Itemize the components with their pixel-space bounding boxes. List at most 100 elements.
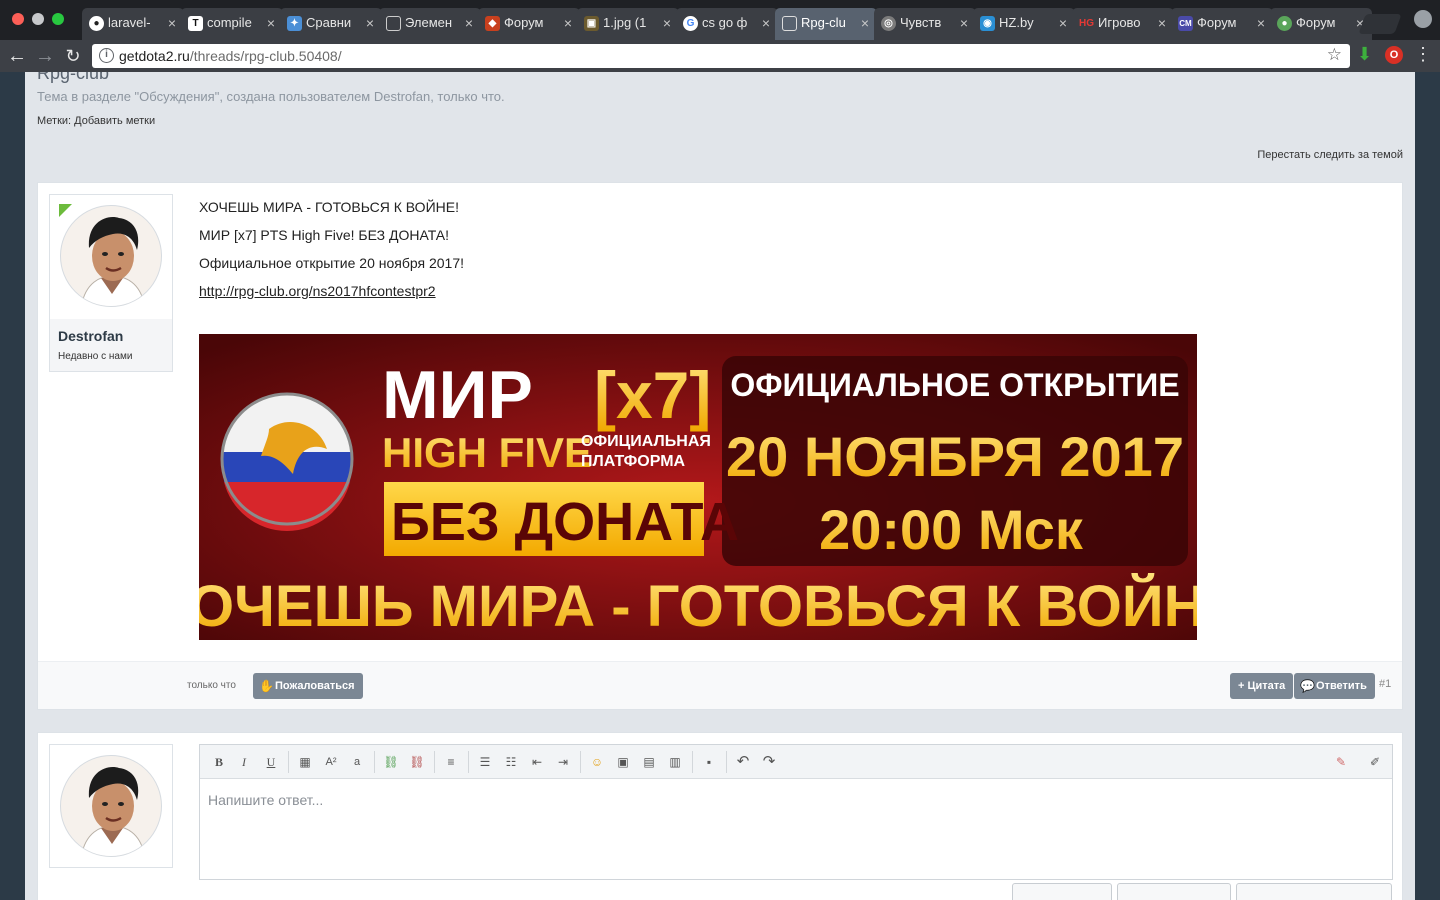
quote-label: + Цитата xyxy=(1238,680,1286,692)
add-tags-link[interactable]: Добавить метки xyxy=(74,115,155,127)
download-extension-icon[interactable]: ⬇ xyxy=(1357,44,1372,65)
report-button[interactable]: ✋ Пожаловаться xyxy=(253,673,363,699)
profile-icon[interactable] xyxy=(1414,10,1432,28)
bulleted-list-icon[interactable]: ☰ xyxy=(476,753,494,771)
url-text[interactable]: getdota2.ru/threads/rpg-club.50408/ xyxy=(119,48,342,64)
thread-description: Тема в разделе "Обсуждения", создана пол… xyxy=(37,89,505,104)
browser-tab[interactable]: ◆ Форум × xyxy=(478,8,580,40)
reply-editor: B I U ▦ A² a ⛓ ⛓ ≡ ☰ ☷ ⇤ ⇥ ☺ ▣ ▤ ▥ ▪ ↶ ↷… xyxy=(199,744,1393,880)
back-arrow-icon[interactable]: ← xyxy=(6,45,28,67)
close-tab-icon[interactable]: × xyxy=(366,8,374,38)
close-tab-icon[interactable]: × xyxy=(663,8,671,38)
close-tab-icon[interactable]: × xyxy=(168,8,176,38)
address-bar[interactable]: i getdota2.ru/threads/rpg-club.50408/ ☆ xyxy=(92,44,1350,68)
upload-file-button[interactable] xyxy=(1117,883,1231,900)
message-line: Официальное открытие 20 ноября 2017! xyxy=(199,255,464,271)
post-number[interactable]: #1 xyxy=(1379,678,1391,690)
browser-tab[interactable]: HG Игрово × xyxy=(1072,8,1174,40)
save-draft-icon[interactable]: ▪ xyxy=(700,753,718,771)
browser-tab[interactable]: ◉ HZ.by × xyxy=(973,8,1075,40)
unwatch-thread-link[interactable]: Перестать следить за темой xyxy=(1257,149,1403,161)
browser-tab[interactable]: ● Форум × xyxy=(1270,8,1372,40)
bold-icon[interactable]: B xyxy=(210,753,228,771)
unlink-icon[interactable]: ⛓ xyxy=(408,753,426,771)
indent-icon[interactable]: ⇥ xyxy=(554,753,572,771)
close-tab-icon[interactable]: × xyxy=(1257,8,1265,38)
browser-tab-strip: ● laravel- × T compile × ✦ Сравни × Элем… xyxy=(0,0,1440,40)
smilies-icon[interactable]: ☺ xyxy=(588,753,606,771)
close-tab-icon[interactable]: × xyxy=(465,8,473,38)
new-tab-button[interactable] xyxy=(1358,14,1402,34)
outdent-icon[interactable]: ⇤ xyxy=(528,753,546,771)
underline-icon[interactable]: U xyxy=(262,753,280,771)
post-link[interactable]: http://rpg-club.org/ns2017hfcontestpr2 xyxy=(199,283,436,299)
browser-tab[interactable]: ✦ Сравни × xyxy=(280,8,382,40)
speech-bubble-icon: 💬 xyxy=(1300,679,1315,693)
tags-label: Метки: xyxy=(37,115,72,127)
toggle-bbcode-icon[interactable]: ✐ xyxy=(1366,753,1384,771)
maximize-window-icon[interactable] xyxy=(52,13,64,25)
reply-textarea[interactable] xyxy=(200,780,1392,879)
more-options-button[interactable] xyxy=(1236,883,1392,900)
font-family-icon[interactable]: a xyxy=(348,753,366,771)
browser-tab[interactable]: G cs go ф × xyxy=(676,8,778,40)
banner-slogan: ХОЧЕШЬ МИРА - ГОТОВЬСЯ К ВОЙНЕ xyxy=(199,574,1197,639)
remove-formatting-icon[interactable]: ✎ xyxy=(1332,753,1350,771)
close-tab-icon[interactable]: × xyxy=(267,8,275,38)
toolbar-divider xyxy=(726,751,727,773)
numbered-list-icon[interactable]: ☷ xyxy=(502,753,520,771)
browser-tab[interactable]: T compile × xyxy=(181,8,283,40)
close-tab-icon[interactable]: × xyxy=(564,8,572,38)
tab-title: compile xyxy=(207,15,252,30)
reply-button[interactable]: 💬 Ответить xyxy=(1294,673,1375,699)
redo-icon[interactable]: ↷ xyxy=(760,753,778,771)
banner-image[interactable]: МИР [x7] HIGH FIVE ОФИЦИАЛЬНАЯ ПЛАТФОРМА… xyxy=(199,334,1197,640)
italic-icon[interactable]: I xyxy=(235,753,253,771)
close-window-icon[interactable] xyxy=(12,13,24,25)
close-tab-icon[interactable]: × xyxy=(960,8,968,38)
post-reply-button[interactable] xyxy=(1012,883,1112,900)
close-tab-icon[interactable]: × xyxy=(1059,8,1067,38)
avatar xyxy=(60,755,162,857)
bookmark-star-icon[interactable]: ☆ xyxy=(1327,45,1342,65)
post-time[interactable]: только что xyxy=(187,680,236,691)
link-icon[interactable]: ⛓ xyxy=(382,753,400,771)
image-insert-icon[interactable]: ▣ xyxy=(614,753,632,771)
toolbar-divider xyxy=(468,751,469,773)
hg-favicon-icon: HG xyxy=(1079,18,1094,29)
undo-icon[interactable]: ↶ xyxy=(734,753,752,771)
document-icon xyxy=(386,16,401,31)
close-tab-icon[interactable]: × xyxy=(861,8,869,38)
google-icon: G xyxy=(683,16,698,31)
media-icon[interactable]: ▤ xyxy=(640,753,658,771)
font-size-icon[interactable]: A² xyxy=(322,753,340,771)
post-username[interactable]: Destrofan xyxy=(58,328,123,344)
browser-tab-active[interactable]: Rpg-clu × xyxy=(775,8,877,40)
minimize-window-icon[interactable] xyxy=(32,13,44,25)
avatar[interactable] xyxy=(60,205,162,307)
opera-extension-icon[interactable]: O xyxy=(1385,46,1403,64)
forward-arrow-icon[interactable]: → xyxy=(34,45,56,67)
tab-title: Сравни xyxy=(306,15,352,30)
globe-logo-icon xyxy=(220,392,354,531)
post-message: ХОЧЕШЬ МИРА - ГОТОВЬСЯ К ВОЙНЕ! МИР [x7]… xyxy=(199,199,464,311)
browser-tab[interactable]: ▣ 1.jpg (1 × xyxy=(577,8,679,40)
quick-reply: B I U ▦ A² a ⛓ ⛓ ≡ ☰ ☷ ⇤ ⇥ ☺ ▣ ▤ ▥ ▪ ↶ ↷… xyxy=(37,732,1403,900)
reload-icon[interactable]: ↻ xyxy=(62,45,84,67)
quote-button[interactable]: + Цитата xyxy=(1230,673,1294,699)
flag-icon: ● xyxy=(1277,16,1292,31)
browser-tab[interactable]: Элемен × xyxy=(379,8,481,40)
insert-more-icon[interactable]: ▥ xyxy=(666,753,684,771)
browser-tab[interactable]: CM Форум × xyxy=(1171,8,1273,40)
close-tab-icon[interactable]: × xyxy=(762,8,770,38)
browser-tab[interactable]: ● laravel- × xyxy=(82,8,184,40)
close-tab-icon[interactable]: × xyxy=(1158,8,1166,38)
align-icon[interactable]: ≡ xyxy=(442,753,460,771)
browser-tab[interactable]: ◎ Чувств × xyxy=(874,8,976,40)
text-color-icon[interactable]: ▦ xyxy=(296,753,314,771)
site-info-icon[interactable]: i xyxy=(99,48,114,63)
browser-menu-icon[interactable]: ⋮ xyxy=(1414,44,1432,65)
toolbar-divider xyxy=(580,751,581,773)
user-info-panel: Destrofan Недавно с нами xyxy=(49,194,173,372)
toolbar-divider xyxy=(692,751,693,773)
